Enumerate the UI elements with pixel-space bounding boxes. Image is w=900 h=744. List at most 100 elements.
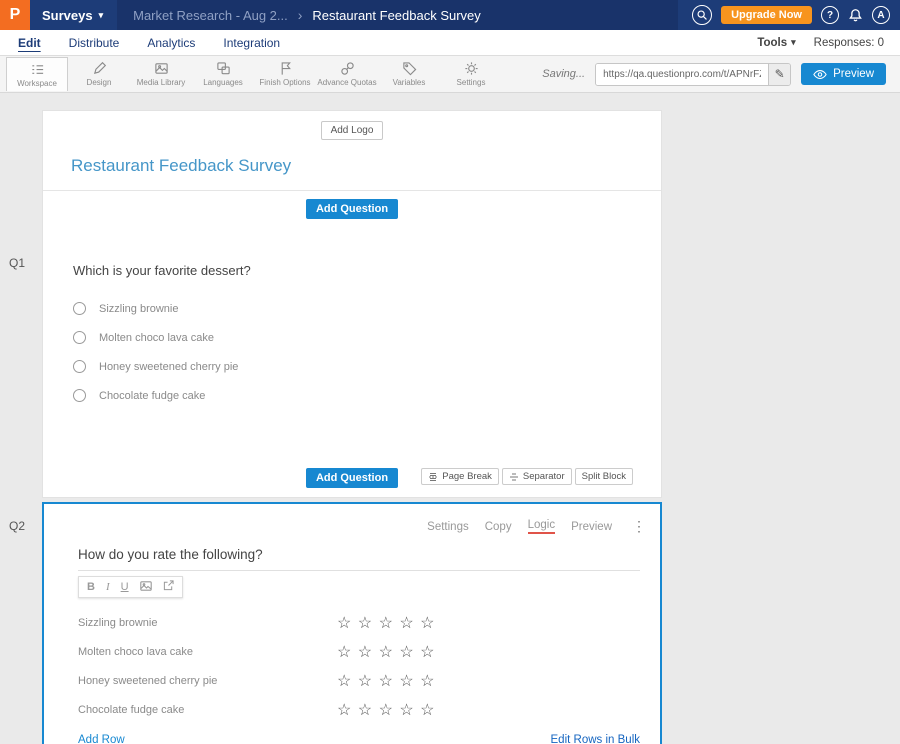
survey-block-1: Add Logo Restaurant Feedback Survey Add … <box>42 110 662 498</box>
radio-button[interactable] <box>73 389 86 402</box>
question-2-block[interactable]: Settings Copy Logic Preview ⋮ How do you… <box>42 502 662 744</box>
block-actions: Page Break Separator Split Block <box>418 468 633 485</box>
toolbar-item-finish-options[interactable]: Finish Options <box>254 57 316 91</box>
question-preview-button[interactable]: Preview <box>571 521 612 533</box>
tools-menu[interactable]: Tools ▾ <box>757 37 795 49</box>
question-1-text[interactable]: Which is your favorite dessert? <box>73 263 661 278</box>
external-link-icon <box>163 580 174 591</box>
toolbar-item-languages[interactable]: Languages <box>192 57 254 91</box>
external-link-button[interactable] <box>163 580 174 594</box>
tab-integration[interactable]: Integration <box>209 36 294 50</box>
add-question-button-top[interactable]: Add Question <box>306 199 398 219</box>
edit-toolbar: Workspace Design Media Library Languages… <box>0 56 900 93</box>
star-rating[interactable]: ☆ ☆ ☆ ☆ ☆ <box>337 700 436 720</box>
breadcrumb-parent[interactable]: Market Research - Aug 2... <box>133 8 288 23</box>
finish-options-icon <box>278 61 293 76</box>
questionpro-logo[interactable]: P <box>0 0 30 30</box>
text-format-toolbar: B I U <box>78 576 183 598</box>
top-bar: P Surveys ▾ Market Research - Aug 2... ›… <box>0 0 900 30</box>
radio-button[interactable] <box>73 360 86 373</box>
avatar-letter: A <box>877 10 884 21</box>
row-label[interactable]: Chocolate fudge cake <box>78 704 337 716</box>
bell-icon <box>848 8 863 23</box>
question-settings-button[interactable]: Settings <box>427 521 469 533</box>
q2-label: Q2 <box>9 519 25 533</box>
rating-rows: Sizzling brownie ☆ ☆ ☆ ☆ ☆ Molten choco … <box>78 608 640 724</box>
rating-row: Molten choco lava cake ☆ ☆ ☆ ☆ ☆ <box>78 637 640 666</box>
edit-rows-in-bulk-link[interactable]: Edit Rows in Bulk <box>551 734 640 744</box>
answer-option[interactable]: Chocolate fudge cake <box>73 389 661 402</box>
saving-status: Saving... <box>542 68 585 80</box>
edit-url-button[interactable]: ✎ <box>768 64 790 85</box>
answer-option[interactable]: Sizzling brownie <box>73 302 661 315</box>
tab-analytics[interactable]: Analytics <box>133 36 209 50</box>
question-2-menu: Settings Copy Logic Preview ⋮ <box>44 504 660 535</box>
toolbar-item-label: Finish Options <box>259 78 310 87</box>
surveys-label: Surveys <box>42 8 93 23</box>
tab-edit[interactable]: Edit <box>4 36 55 50</box>
help-button[interactable]: ? <box>821 6 839 24</box>
question-2-text[interactable]: How do you rate the following? <box>78 547 640 571</box>
q1-label: Q1 <box>9 256 25 270</box>
bold-button[interactable]: B <box>87 581 95 593</box>
question-copy-button[interactable]: Copy <box>485 521 512 533</box>
languages-icon <box>216 61 231 76</box>
topbar-actions: Upgrade Now ? A <box>692 5 900 25</box>
toolbar-item-media-library[interactable]: Media Library <box>130 57 192 91</box>
split-block-button[interactable]: Split Block <box>575 468 633 485</box>
answer-option[interactable]: Honey sweetened cherry pie <box>73 360 661 373</box>
option-label: Chocolate fudge cake <box>99 390 205 402</box>
add-logo-button[interactable]: Add Logo <box>321 121 384 140</box>
toolbar-item-label: Media Library <box>137 78 185 87</box>
toolbar-item-design[interactable]: Design <box>68 57 130 91</box>
responses-count[interactable]: Responses: 0 <box>814 37 884 49</box>
separator-icon <box>509 472 519 482</box>
italic-button[interactable]: I <box>106 581 110 593</box>
question-1-options: Sizzling brownie Molten choco lava cake … <box>73 302 661 402</box>
surveys-menu[interactable]: Surveys ▾ <box>30 8 117 23</box>
question-1[interactable]: Which is your favorite dessert? Sizzling… <box>43 219 661 402</box>
radio-button[interactable] <box>73 331 86 344</box>
upgrade-now-button[interactable]: Upgrade Now <box>721 6 812 24</box>
survey-url-group: ✎ <box>595 63 791 86</box>
more-options-icon[interactable]: ⋮ <box>632 518 646 535</box>
survey-title[interactable]: Restaurant Feedback Survey <box>71 156 661 176</box>
settings-gear-icon <box>464 61 479 76</box>
toolbar-item-workspace[interactable]: Workspace <box>6 57 68 91</box>
search-icon <box>696 9 708 21</box>
toolbar-item-settings[interactable]: Settings <box>440 57 502 91</box>
toolbar-item-variables[interactable]: Variables <box>378 57 440 91</box>
question-logic-button[interactable]: Logic <box>528 519 556 534</box>
variables-icon <box>402 61 417 76</box>
add-question-button-middle[interactable]: Add Question <box>306 468 398 488</box>
answer-option[interactable]: Molten choco lava cake <box>73 331 661 344</box>
underline-button[interactable]: U <box>121 581 129 593</box>
survey-url-input[interactable] <box>596 64 768 85</box>
tab-distribute[interactable]: Distribute <box>55 36 134 50</box>
radio-button[interactable] <box>73 302 86 315</box>
eye-icon <box>813 69 827 80</box>
separator-button[interactable]: Separator <box>502 468 572 485</box>
chevron-down-icon: ▾ <box>99 10 104 21</box>
star-rating[interactable]: ☆ ☆ ☆ ☆ ☆ <box>337 671 436 691</box>
chevron-down-icon: ▾ <box>791 37 796 48</box>
preview-button[interactable]: Preview <box>801 63 886 85</box>
insert-image-button[interactable] <box>140 581 152 594</box>
row-label[interactable]: Molten choco lava cake <box>78 646 337 658</box>
media-library-icon <box>154 61 169 76</box>
add-row-link[interactable]: Add Row <box>78 734 125 744</box>
star-rating[interactable]: ☆ ☆ ☆ ☆ ☆ <box>337 613 436 633</box>
star-rating[interactable]: ☆ ☆ ☆ ☆ ☆ <box>337 642 436 662</box>
toolbar-item-label: Variables <box>393 78 426 87</box>
survey-canvas: Q1 Q2 Add Logo Restaurant Feedback Surve… <box>0 93 900 744</box>
row-label[interactable]: Honey sweetened cherry pie <box>78 675 337 687</box>
notifications-button[interactable] <box>848 8 863 23</box>
rating-row: Chocolate fudge cake ☆ ☆ ☆ ☆ ☆ <box>78 695 640 724</box>
page-break-button[interactable]: Page Break <box>421 468 499 485</box>
account-avatar[interactable]: A <box>872 6 890 24</box>
nav-right: Tools ▾ Responses: 0 <box>757 37 896 49</box>
toolbar-item-advance-quotas[interactable]: Advance Quotas <box>316 57 378 91</box>
search-button[interactable] <box>692 5 712 25</box>
rating-row: Sizzling brownie ☆ ☆ ☆ ☆ ☆ <box>78 608 640 637</box>
row-label[interactable]: Sizzling brownie <box>78 617 337 629</box>
